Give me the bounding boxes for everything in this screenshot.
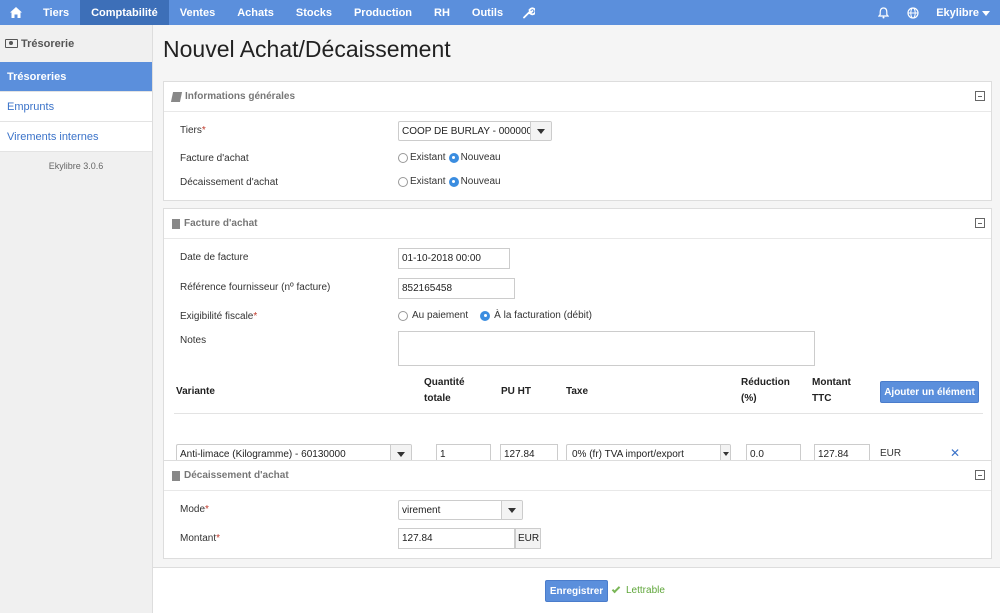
sidebar: Trésorerie Trésoreries Emprunts Virement… bbox=[0, 25, 153, 613]
montant-currency-addon: EUR bbox=[515, 528, 541, 549]
home-icon[interactable] bbox=[0, 0, 32, 25]
mode-value: virement bbox=[402, 504, 441, 516]
notes-label: Notes bbox=[180, 335, 207, 346]
au-paiement-label: Au paiement bbox=[412, 310, 469, 321]
variante-value: Anti-limace (Kilogramme) - 60130000 bbox=[180, 448, 346, 460]
save-button[interactable]: Enregistrer bbox=[545, 580, 608, 602]
col-reduction: Réduction (%) bbox=[741, 377, 790, 404]
panel-payment-header: Décaissement d'achat bbox=[164, 461, 991, 491]
tiers-value: COOP DE BURLAY - 0000000 bbox=[402, 125, 530, 137]
page-title: Nouvel Achat/Décaissement bbox=[163, 36, 451, 62]
top-navbar: Tiers Comptabilité Ventes Achats Stocks … bbox=[0, 0, 1000, 25]
col-quantite: Quantité totale bbox=[424, 377, 465, 404]
montant-input[interactable]: 127.84 bbox=[398, 528, 515, 549]
decaissement-existant-radio[interactable] bbox=[398, 176, 408, 187]
a-la-facturation-label: À la facturation (débit) bbox=[494, 310, 592, 321]
mode-select[interactable]: virement bbox=[398, 500, 523, 520]
col-montant-ttc: Montant TTC bbox=[812, 377, 851, 404]
facture-achat-radio-group: Existant Nouveau bbox=[398, 152, 504, 163]
chevron-down-icon bbox=[537, 128, 545, 134]
chevron-down-icon bbox=[982, 11, 990, 16]
table-header-divider bbox=[174, 413, 983, 414]
notes-textarea[interactable] bbox=[398, 331, 815, 366]
check-icon bbox=[611, 584, 621, 594]
globe-icon[interactable] bbox=[898, 0, 928, 25]
lettrable-status: Lettrable bbox=[611, 584, 665, 596]
facture-nouveau-radio[interactable] bbox=[448, 152, 459, 163]
collapse-icon[interactable] bbox=[975, 91, 985, 101]
panel-payment-title: Décaissement d'achat bbox=[184, 470, 289, 481]
wrench-icon[interactable] bbox=[514, 0, 544, 25]
chevron-down-icon bbox=[397, 451, 405, 457]
sidebar-item-virements-internes[interactable]: Virements internes bbox=[0, 122, 152, 152]
nav-stocks[interactable]: Stocks bbox=[285, 0, 343, 25]
nav-rh[interactable]: RH bbox=[423, 0, 461, 25]
app-version: Ekylibre 3.0.6 bbox=[48, 161, 104, 171]
nav-comptabilite[interactable]: Comptabilité bbox=[80, 0, 169, 25]
remove-item-icon[interactable]: ✕ bbox=[950, 446, 960, 460]
facture-nouveau-label: Nouveau bbox=[460, 152, 501, 163]
form-footer: Enregistrer Lettrable bbox=[153, 567, 1000, 613]
au-paiement-radio[interactable] bbox=[398, 310, 408, 321]
tiers-dropdown-button[interactable] bbox=[530, 122, 551, 140]
col-variante: Variante bbox=[176, 386, 215, 397]
tiers-label: Tiers* bbox=[180, 125, 206, 136]
decaissement-nouveau-radio[interactable] bbox=[448, 176, 459, 187]
montant-label: Montant* bbox=[180, 533, 221, 544]
sidebar-header: Trésorerie bbox=[0, 25, 152, 62]
facture-existant-label: Existant bbox=[410, 152, 446, 163]
nav-ventes[interactable]: Ventes bbox=[169, 0, 226, 25]
bell-icon[interactable] bbox=[868, 0, 898, 25]
book-icon bbox=[170, 91, 183, 102]
panel-general-header: Informations générales bbox=[164, 82, 991, 112]
sidebar-title: Trésorerie bbox=[21, 37, 75, 50]
decaissement-achat-label: Décaissement d'achat bbox=[180, 177, 279, 188]
exigibilite-label: Exigibilité fiscale* bbox=[180, 311, 258, 322]
sidebar-item-emprunts[interactable]: Emprunts bbox=[0, 92, 152, 122]
ref-fournisseur-input[interactable]: 852165458 bbox=[398, 278, 515, 299]
mode-dropdown-button[interactable] bbox=[501, 501, 522, 519]
nav-production[interactable]: Production bbox=[343, 0, 423, 25]
money-icon bbox=[5, 39, 18, 48]
col-pu-ht: PU HT bbox=[501, 386, 531, 397]
panel-invoice-title: Facture d'achat bbox=[184, 218, 258, 229]
date-facture-input[interactable]: 01-10-2018 00:00 bbox=[398, 248, 510, 269]
facture-existant-radio[interactable] bbox=[398, 152, 408, 163]
a-la-facturation-radio[interactable] bbox=[480, 310, 491, 321]
ref-fournisseur-label: Référence fournisseur (nº facture) bbox=[180, 282, 331, 293]
sidebar-item-tresoreries[interactable]: Trésoreries bbox=[0, 62, 152, 92]
facture-achat-label: Facture d'achat bbox=[180, 153, 249, 164]
panel-invoice: Facture d'achat Date de facture 01-10-20… bbox=[163, 208, 992, 472]
main-content: Nouvel Achat/Décaissement Informations g… bbox=[153, 25, 1000, 613]
user-menu[interactable]: Ekylibre bbox=[928, 0, 1000, 25]
exigibilite-radio-group: Au paiement À la facturation (débit) bbox=[398, 310, 595, 321]
file-icon bbox=[172, 218, 180, 229]
panel-general-title: Informations générales bbox=[185, 91, 296, 102]
nav-tiers[interactable]: Tiers bbox=[32, 0, 80, 25]
taxe-value: 0% (fr) TVA import/export bbox=[572, 448, 684, 460]
decaissement-nouveau-label: Nouveau bbox=[460, 176, 501, 187]
tiers-select[interactable]: COOP DE BURLAY - 0000000 bbox=[398, 121, 552, 141]
col-taxe: Taxe bbox=[566, 386, 589, 397]
panel-payment: Décaissement d'achat Mode* virement Mont… bbox=[163, 460, 992, 559]
file-icon bbox=[172, 470, 180, 481]
date-facture-label: Date de facture bbox=[180, 252, 249, 263]
mode-label: Mode* bbox=[180, 504, 209, 515]
user-name: Ekylibre bbox=[936, 6, 979, 19]
decaissement-existant-label: Existant bbox=[410, 176, 446, 187]
collapse-icon[interactable] bbox=[975, 470, 985, 480]
add-item-button[interactable]: Ajouter un élément bbox=[880, 381, 979, 403]
panel-general-info: Informations générales Tiers* COOP DE BU… bbox=[163, 81, 992, 201]
collapse-icon[interactable] bbox=[975, 218, 985, 228]
nav-outils[interactable]: Outils bbox=[461, 0, 514, 25]
chevron-down-icon bbox=[722, 452, 729, 456]
decaissement-radio-group: Existant Nouveau bbox=[398, 176, 504, 187]
item-currency: EUR bbox=[880, 448, 902, 459]
lettrable-text: Lettrable bbox=[626, 585, 665, 596]
panel-invoice-header: Facture d'achat bbox=[164, 209, 991, 239]
nav-achats[interactable]: Achats bbox=[226, 0, 285, 25]
chevron-down-icon bbox=[508, 507, 516, 513]
